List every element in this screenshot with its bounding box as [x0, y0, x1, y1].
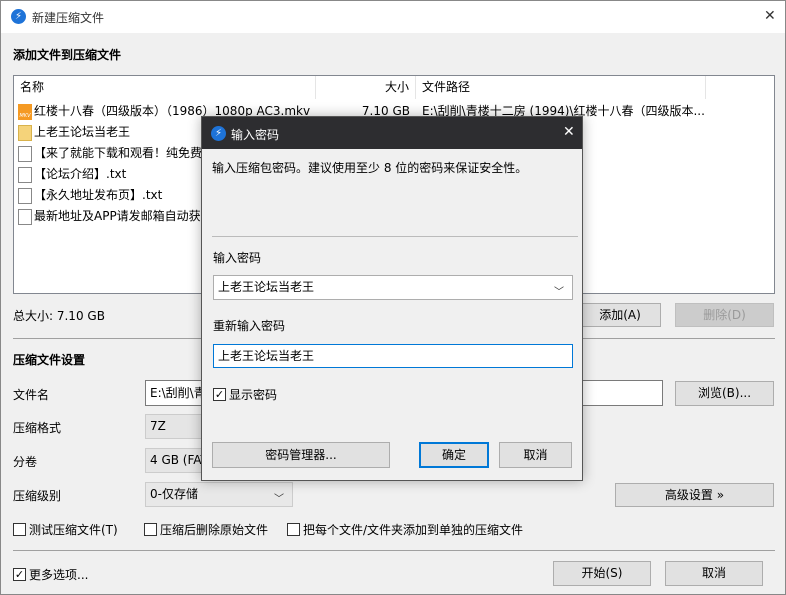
password-dialog: ⚡ 输入密码 ✕ 输入压缩包密码。建议使用至少 8 位的密码来保证安全性。 输入…: [201, 116, 583, 481]
password-input[interactable]: 上老王论坛当老王 ﹀: [213, 275, 573, 300]
close-icon[interactable]: ✕: [563, 124, 575, 140]
split-label: 分卷: [13, 455, 38, 469]
dialog-title-bar: ⚡ 输入密码 ✕: [202, 117, 582, 149]
test-archive-checkbox[interactable]: 测试压缩文件(T): [13, 521, 118, 538]
checkbox-icon: [144, 523, 157, 536]
total-size: 总大小: 7.10 GB: [13, 309, 105, 323]
advanced-settings-button[interactable]: 高级设置 »: [615, 483, 774, 507]
column-size[interactable]: 大小: [316, 76, 416, 99]
password-value: 上老王论坛当老王: [218, 280, 315, 294]
mkv-file-icon: MKV: [18, 103, 32, 120]
start-button[interactable]: 开始(S): [553, 561, 651, 586]
checkbox-label: 更多选项...: [29, 568, 89, 582]
delete-button[interactable]: 删除(D): [675, 303, 774, 327]
each-separate-checkbox[interactable]: 把每个文件/文件夹添加到单独的压缩文件: [287, 521, 523, 538]
title-bar: ⚡ 新建压缩文件 ✕: [1, 1, 785, 33]
doc-file-icon: [18, 187, 32, 204]
checkbox-icon: [287, 523, 300, 536]
app-logo-icon: ⚡: [211, 126, 226, 141]
file-name: 上老王论坛当老王: [34, 125, 131, 139]
checkbox-icon: [13, 523, 26, 536]
level-select[interactable]: 0-仅存储 ﹀: [145, 482, 293, 507]
browse-button[interactable]: 浏览(B)...: [675, 381, 774, 406]
doc-file-icon: [18, 166, 32, 183]
add-button[interactable]: 添加(A): [579, 303, 661, 327]
file-name: 【论坛介绍】.txt: [34, 167, 127, 181]
column-name[interactable]: 名称: [14, 76, 316, 99]
file-name: 最新地址及APP请发邮箱自动获: [34, 209, 201, 223]
checkmark-icon: ✓: [213, 388, 226, 401]
repeat-password-label: 重新输入密码: [213, 319, 286, 333]
more-options-checkbox[interactable]: ✓ 更多选项...: [13, 566, 88, 583]
folder-file-icon: [18, 124, 32, 141]
window-title: 新建压缩文件: [32, 11, 105, 25]
password-manager-button[interactable]: 密码管理器...: [212, 442, 390, 468]
ok-button[interactable]: 确定: [419, 442, 489, 468]
password-label: 输入密码: [213, 251, 262, 265]
checkbox-label: 把每个文件/文件夹添加到单独的压缩文件: [303, 523, 524, 537]
doc-file-icon: [18, 208, 32, 225]
chevron-down-icon[interactable]: ﹀: [554, 281, 564, 299]
repeat-password-input[interactable]: 上老王论坛当老王: [213, 344, 573, 368]
chevron-down-icon: ﹀: [274, 494, 284, 505]
delete-after-checkbox[interactable]: 压缩后删除原始文件: [144, 521, 268, 538]
dialog-hint: 输入压缩包密码。建议使用至少 8 位的密码来保证安全性。: [212, 161, 528, 175]
level-value: 0-仅存储: [150, 487, 198, 501]
checkbox-label: 压缩后删除原始文件: [160, 523, 269, 537]
doc-file-icon: [18, 145, 32, 162]
close-icon[interactable]: ✕: [764, 8, 776, 24]
checkmark-icon: ✓: [13, 568, 26, 581]
format-label: 压缩格式: [13, 421, 62, 435]
files-section-title: 添加文件到压缩文件: [13, 48, 122, 62]
file-name: 【来了就能下载和观看！纯免费: [34, 146, 203, 160]
dialog-title: 输入密码: [231, 128, 280, 142]
level-label: 压缩级别: [13, 489, 62, 503]
app-logo-icon: ⚡: [11, 9, 26, 24]
checkbox-label: 显示密码: [229, 388, 278, 402]
checkbox-label: 测试压缩文件(T): [29, 523, 118, 537]
cancel-button[interactable]: 取消: [665, 561, 763, 586]
file-name: 【永久地址发布页】.txt: [34, 188, 163, 202]
dialog-cancel-button[interactable]: 取消: [499, 442, 572, 468]
settings-title: 压缩文件设置: [13, 353, 86, 367]
filename-label: 文件名: [13, 388, 50, 402]
show-password-checkbox[interactable]: ✓ 显示密码: [213, 386, 277, 403]
column-path[interactable]: 文件路径: [416, 76, 706, 99]
